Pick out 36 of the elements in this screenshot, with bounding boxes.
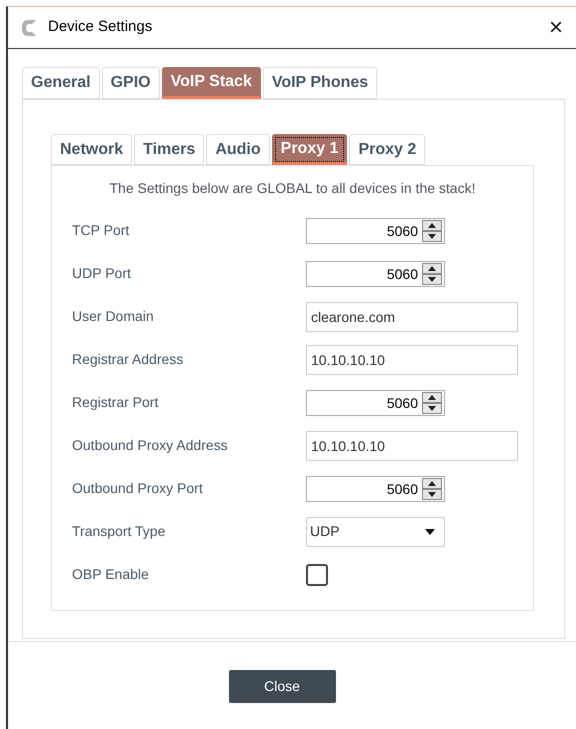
spin-field[interactable]: 5060	[306, 260, 445, 286]
field-label: Outbound Proxy Address	[72, 436, 229, 455]
notice-text: The Settings below are GLOBAL to all devices in the stack!	[108, 179, 476, 198]
tab[interactable]: VoIP Phones	[262, 67, 378, 99]
field-label: OBP Enable	[72, 565, 150, 584]
spin-field[interactable]: 5060	[306, 476, 445, 502]
tab[interactable]: Network	[51, 134, 132, 165]
spin-field[interactable]: 5060	[306, 390, 445, 416]
field-label: Transport Type	[72, 522, 166, 541]
checkbox[interactable]	[306, 564, 328, 586]
close-button[interactable]: ×	[536, 16, 576, 40]
window-title: Device Settings	[48, 17, 152, 38]
tab[interactable]: Proxy 1	[272, 134, 348, 165]
field-label: UDP Port	[72, 264, 132, 283]
spinner-arrows-icon[interactable]	[422, 262, 442, 284]
caret-icon	[425, 528, 435, 534]
spinner-arrows-icon[interactable]	[422, 220, 442, 242]
tab[interactable]: Audio	[206, 134, 270, 165]
tab[interactable]: General	[22, 67, 100, 99]
field-label: Outbound Proxy Port	[72, 479, 204, 498]
tab[interactable]: VoIP Stack	[162, 67, 261, 99]
spinner-arrows-icon[interactable]	[422, 392, 442, 414]
spin-field[interactable]: 5060	[306, 218, 445, 244]
field-label: Registrar Address	[72, 350, 184, 369]
spinner-arrows-icon[interactable]	[422, 478, 442, 500]
text-field[interactable]: 10.10.10.10	[306, 344, 518, 374]
dropdown[interactable]: UDP	[306, 516, 445, 546]
field-label: User Domain	[72, 307, 155, 326]
text-field[interactable]: clearone.com	[306, 302, 518, 332]
tab[interactable]: Proxy 2	[349, 134, 426, 165]
tab[interactable]: Timers	[134, 134, 204, 165]
field-label: TCP Port	[72, 221, 130, 240]
field-label: Registrar Port	[72, 393, 160, 412]
text-field[interactable]: 10.10.10.10	[306, 430, 518, 460]
close-button[interactable]: Close	[228, 670, 336, 703]
tab[interactable]: GPIO	[102, 67, 160, 99]
